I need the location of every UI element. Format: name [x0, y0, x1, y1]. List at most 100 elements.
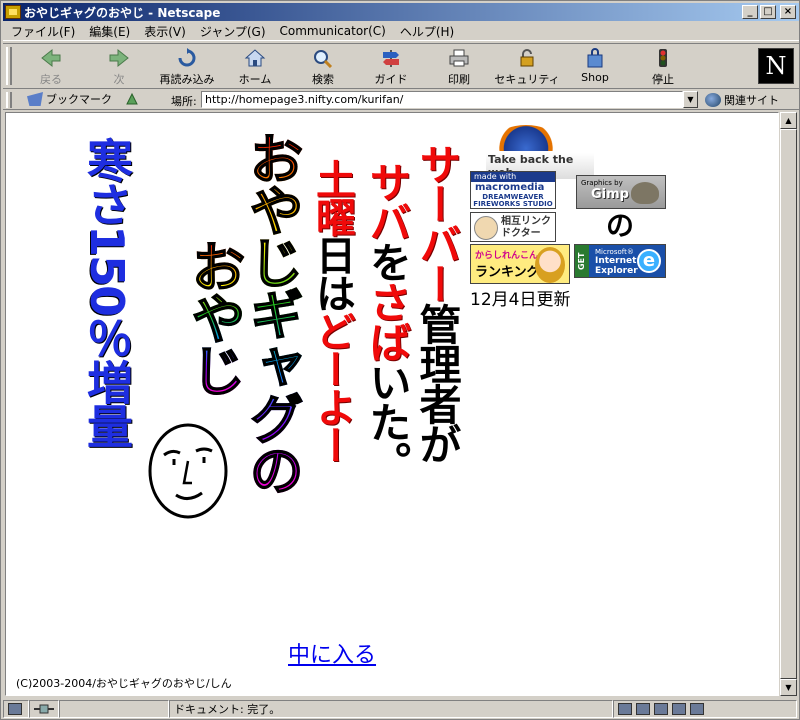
enter-link[interactable]: 中に入る: [288, 637, 376, 669]
saturday-black-text: 日は: [309, 235, 355, 311]
wilber-mascot-icon: [631, 182, 659, 204]
location-dropdown-button[interactable]: ▼: [683, 91, 698, 108]
menu-go[interactable]: ジャンプ(G): [200, 23, 266, 40]
menu-bar: ファイル(F) 編集(E) 表示(V) ジャンプ(G) Communicator…: [3, 22, 799, 41]
get-text: GET: [575, 245, 589, 277]
doctor-icon: [474, 216, 498, 240]
back-label: 戻る: [40, 73, 62, 86]
bookmarks-button[interactable]: ブックマーク: [27, 91, 112, 107]
globe-icon: [705, 93, 721, 107]
updated-date: 12月4日更新: [470, 290, 571, 310]
oyaji-gag-text: おやじギャグの: [239, 130, 304, 496]
mutual-link-doctor-badge[interactable]: 相互リンク ドクター: [470, 212, 556, 242]
menu-edit[interactable]: 編集(E): [89, 23, 130, 40]
oyaji-text: おやじ: [181, 238, 246, 396]
gimp-badge[interactable]: Graphics by Gimp: [576, 175, 666, 209]
guide-label: ガイド: [374, 73, 408, 86]
guide-button[interactable]: ガイド: [357, 44, 425, 88]
saturday-red-text: 土曜: [309, 159, 355, 235]
mutual-link-text: 相互リンク ドクター: [501, 216, 551, 239]
title-bar: おやじギャグのおやじ - Netscape _ □ ×: [3, 3, 799, 21]
navigator-icon[interactable]: [618, 702, 632, 715]
location-grip[interactable]: [6, 92, 12, 108]
addressbook-icon[interactable]: [672, 702, 686, 715]
menu-file[interactable]: ファイル(F): [11, 23, 75, 40]
saba-red-text-2: さば: [363, 281, 412, 361]
status-text: ドキュメント: 完了。: [174, 702, 281, 716]
ie-logo-icon: e: [637, 249, 661, 273]
download-icon[interactable]: [654, 702, 668, 715]
close-button[interactable]: ×: [780, 5, 796, 19]
oyaji-face-drawing: [148, 423, 228, 519]
menu-view[interactable]: 表示(V): [144, 23, 186, 40]
menu-communicator[interactable]: Communicator(C): [280, 24, 386, 38]
bookmark-icon: [27, 92, 43, 106]
reload-button[interactable]: 再読み込み: [153, 44, 221, 88]
window-title: おやじギャグのおやじ - Netscape: [24, 5, 221, 20]
vertical-scrollbar[interactable]: ▲ ▼: [779, 112, 797, 696]
scroll-thumb[interactable]: [780, 129, 797, 679]
location-toolbar: ブックマーク 場所: ▼ 関連サイト: [3, 90, 799, 110]
browser-window: おやじギャグのおやじ - Netscape _ □ × ファイル(F) 編集(E…: [0, 0, 800, 720]
stop-button[interactable]: 停止: [629, 44, 697, 88]
status-text-panel: ドキュメント: 完了。: [169, 699, 613, 718]
server-red-text: サーバー: [413, 143, 462, 303]
oyaji-title: おやじ: [181, 238, 246, 396]
toolbar-grip[interactable]: [6, 47, 12, 85]
window-controls: _ □ ×: [742, 5, 796, 19]
back-button[interactable]: 戻る: [17, 44, 85, 88]
search-icon: [311, 47, 335, 69]
connection-icon: [34, 704, 54, 713]
forward-arrow-icon: [107, 47, 131, 69]
netscape-app-icon: [5, 5, 21, 19]
related-sites-label: 関連サイト: [724, 94, 779, 107]
saturday-line: 土曜日はどーよー: [309, 159, 355, 463]
server-black-text: 管理者が: [413, 303, 462, 463]
search-button[interactable]: 検索: [289, 44, 357, 88]
firefox-globe-icon: [498, 125, 554, 151]
saturday-red-text-2: どーよー: [309, 311, 355, 463]
firefox-banner[interactable]: Take back the web: [478, 125, 594, 179]
security-status[interactable]: [3, 699, 29, 718]
reload-icon: [175, 47, 199, 69]
get-ie-badge[interactable]: GET Microsoft® Internet Explorer e: [574, 244, 666, 278]
scroll-down-button[interactable]: ▼: [780, 679, 797, 696]
component-bar: [613, 699, 797, 718]
minimize-button[interactable]: _: [742, 5, 758, 19]
ranking-girl-icon: [535, 247, 565, 283]
menu-help[interactable]: ヘルプ(H): [400, 23, 454, 40]
bookmarks-label: ブックマーク: [46, 93, 112, 106]
back-arrow-icon: [39, 47, 63, 69]
security-status-icon: [8, 702, 22, 715]
home-label: ホーム: [238, 73, 272, 86]
macromedia-badge[interactable]: made with macromedia DREAMWEAVER FIREWOR…: [470, 171, 556, 209]
saba-red-text: サバ: [363, 161, 412, 241]
connection-status: [29, 699, 59, 718]
location-label: 場所:: [171, 95, 197, 108]
reload-label: 再読み込み: [159, 73, 215, 86]
home-button[interactable]: ホーム: [221, 44, 289, 88]
page-proxy-icon[interactable]: [125, 92, 139, 106]
print-button[interactable]: 印刷: [425, 44, 493, 88]
print-label: 印刷: [448, 73, 470, 86]
composer-icon[interactable]: [690, 702, 704, 715]
mail-icon[interactable]: [636, 702, 650, 715]
forward-label: 次: [113, 73, 125, 86]
ranking-badge[interactable]: からしれんこん ランキング: [470, 244, 570, 284]
security-button[interactable]: セキュリティ: [493, 44, 561, 88]
lock-icon: [515, 47, 539, 69]
shopping-bag-icon: [583, 47, 607, 69]
related-sites-button[interactable]: 関連サイト: [705, 92, 779, 108]
shop-button[interactable]: Shop: [561, 44, 629, 88]
forward-button[interactable]: 次: [85, 44, 153, 88]
scroll-up-button[interactable]: ▲: [780, 112, 797, 129]
stop-light-icon: [651, 47, 675, 69]
cold-headline: 寒さ150％増量: [80, 137, 134, 448]
saba-particle: を: [363, 241, 412, 281]
location-url-input[interactable]: [201, 91, 683, 108]
printer-icon: [447, 47, 471, 69]
maximize-button[interactable]: □: [760, 5, 776, 19]
stop-label: 停止: [652, 73, 674, 86]
search-label: 検索: [312, 73, 334, 86]
netscape-logo[interactable]: N: [758, 48, 794, 84]
